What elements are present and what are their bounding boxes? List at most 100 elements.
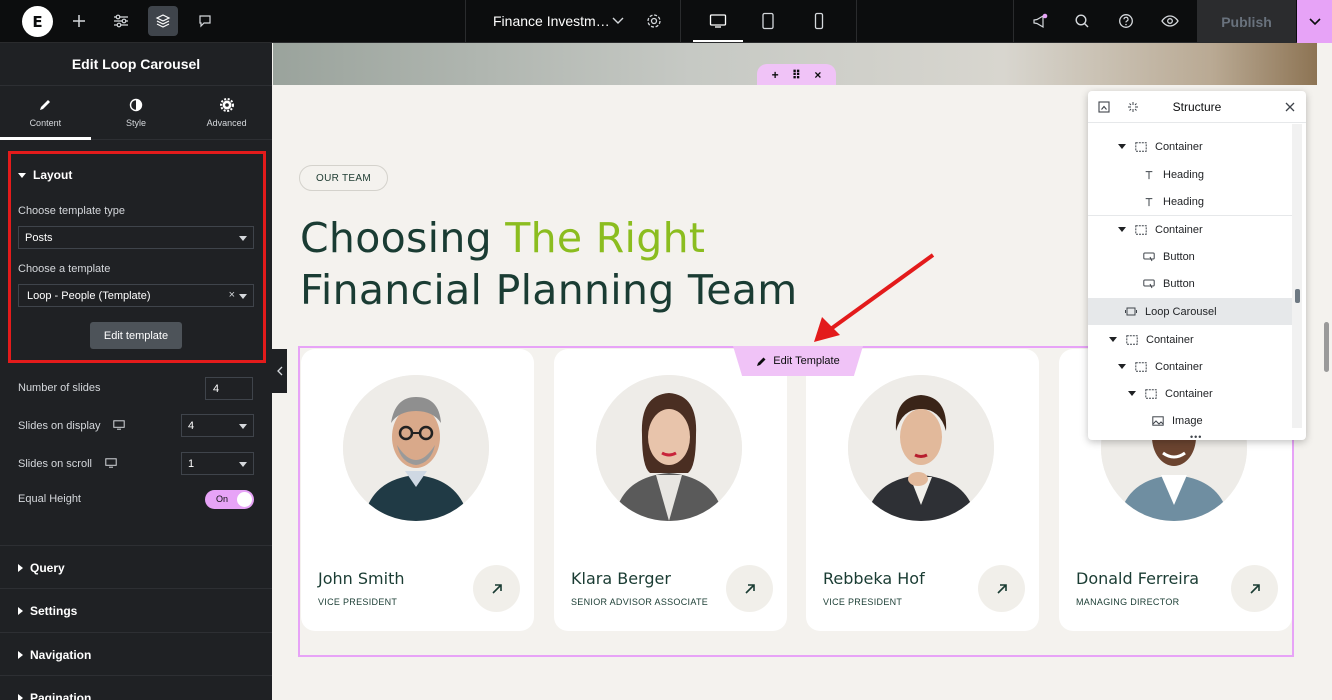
structure-row-label: Container xyxy=(1155,360,1203,373)
tablet-view-icon[interactable] xyxy=(753,6,783,36)
template-select[interactable]: Loop - People (Template) × xyxy=(18,284,254,307)
desktop-responsive-icon[interactable] xyxy=(113,420,125,430)
editor-panel: Edit Loop Carousel Content Style Advance… xyxy=(0,43,272,700)
structure-row-container[interactable]: Container xyxy=(1088,133,1293,160)
arrow-up-right-icon[interactable] xyxy=(1231,565,1278,612)
structure-row-heading[interactable]: Heading xyxy=(1088,161,1293,188)
structure-scrollbar[interactable] xyxy=(1292,124,1302,428)
mobile-view-icon[interactable] xyxy=(804,6,834,36)
structure-row-button[interactable]: Button xyxy=(1088,243,1293,270)
arrow-up-right-icon[interactable] xyxy=(978,565,1025,612)
layout-section-title: Layout xyxy=(33,168,73,182)
structure-row-image[interactable]: Image xyxy=(1088,407,1293,434)
desktop-responsive-icon[interactable] xyxy=(105,458,117,468)
search-icon[interactable] xyxy=(1067,6,1097,36)
slides-on-display-select[interactable]: 4 xyxy=(181,414,254,437)
document-title[interactable]: Finance Investm… xyxy=(493,13,610,29)
query-section-title: Query xyxy=(30,561,65,575)
structure-row-container[interactable]: Container xyxy=(1088,380,1293,407)
team-card[interactable]: Rebbeka Hof VICE PRESIDENT xyxy=(806,349,1039,631)
card-role: MANAGING DIRECTOR xyxy=(1076,597,1180,607)
structure-scrollbar-thumb[interactable] xyxy=(1295,289,1300,303)
page-headline[interactable]: Choosing The Right Financial Planning Te… xyxy=(300,212,797,316)
slides-on-scroll-select[interactable]: 1 xyxy=(181,452,254,475)
structure-row-label: Container xyxy=(1155,223,1203,236)
arrow-up-right-icon[interactable] xyxy=(726,565,773,612)
slides-on-display-label: Slides on display xyxy=(18,420,101,432)
headline-accent: The Right xyxy=(505,214,706,262)
layout-section-toggle[interactable]: Layout xyxy=(18,168,72,182)
arrow-up-right-icon[interactable] xyxy=(473,565,520,612)
structure-row-container[interactable]: Container xyxy=(1088,353,1293,380)
publish-options-chevron-icon[interactable] xyxy=(1297,0,1332,43)
template-type-select[interactable]: Posts xyxy=(18,226,254,249)
contrast-icon xyxy=(129,98,143,111)
navigation-section[interactable]: Navigation xyxy=(0,632,272,675)
notifications-megaphone-icon[interactable] xyxy=(1025,6,1055,36)
page-settings-gear-icon[interactable] xyxy=(639,6,669,36)
headline-line2: Financial Planning Team xyxy=(300,266,798,314)
preview-eye-icon[interactable] xyxy=(1155,6,1185,36)
structure-row-loop-carousel[interactable]: Loop Carousel xyxy=(1088,298,1293,325)
structure-row-label: Loop Carousel xyxy=(1145,305,1217,318)
caret-right-icon xyxy=(18,651,23,659)
close-icon[interactable] xyxy=(1283,100,1297,114)
annotation-arrow-icon xyxy=(814,253,935,342)
chevron-down-icon[interactable] xyxy=(603,6,633,36)
panel-tabs: Content Style Advanced xyxy=(0,86,272,140)
add-section-icon[interactable]: + xyxy=(772,68,779,82)
equal-height-toggle[interactable]: On xyxy=(205,490,254,509)
image-icon xyxy=(1152,415,1164,426)
caret-right-icon xyxy=(18,607,23,615)
elementor-logo-icon[interactable]: E xyxy=(22,6,53,37)
collapse-panel-chevron-icon[interactable] xyxy=(272,349,287,393)
container-icon xyxy=(1135,361,1147,372)
avatar xyxy=(848,375,994,521)
structure-row-button[interactable]: Button xyxy=(1088,270,1293,297)
site-settings-icon[interactable] xyxy=(106,6,136,36)
structure-row-container[interactable]: Container xyxy=(1088,216,1293,243)
card-name: Donald Ferreira xyxy=(1076,569,1200,588)
delete-section-icon[interactable]: × xyxy=(814,68,821,82)
help-icon[interactable] xyxy=(1111,6,1141,36)
query-section[interactable]: Query xyxy=(0,545,272,588)
template-label: Choose a template xyxy=(18,263,111,275)
settings-section-title: Settings xyxy=(30,604,78,618)
add-element-icon[interactable] xyxy=(64,6,94,36)
resize-handle-icon[interactable]: ••• xyxy=(1190,432,1202,442)
tab-style-label: Style xyxy=(126,117,147,128)
caret-right-icon xyxy=(18,564,23,572)
toggle-knob xyxy=(237,492,252,507)
comments-icon[interactable] xyxy=(190,6,220,36)
structure-row-label: Container xyxy=(1155,140,1203,153)
edit-template-button[interactable]: Edit template xyxy=(90,322,182,349)
drag-section-icon[interactable]: ⠿ xyxy=(792,68,801,82)
team-card[interactable]: John Smith VICE PRESIDENT xyxy=(301,349,534,631)
desktop-view-icon[interactable] xyxy=(703,6,733,36)
tab-advanced[interactable]: Advanced xyxy=(181,86,272,139)
section-handle[interactable]: + ⠿ × xyxy=(757,64,836,85)
structure-row-label: Container xyxy=(1146,333,1194,346)
structure-row-heading[interactable]: Heading xyxy=(1088,188,1293,215)
card-role: SENIOR ADVISOR ASSOCIATE xyxy=(571,597,709,607)
publish-button[interactable]: Publish xyxy=(1197,0,1296,43)
caret-right-icon xyxy=(18,694,23,700)
number-of-slides-input[interactable]: 4 xyxy=(205,377,253,400)
template-type-label: Choose template type xyxy=(18,205,126,217)
clear-selection-icon[interactable]: × xyxy=(229,289,235,301)
structure-row-container[interactable]: Container xyxy=(1088,326,1293,353)
caret-down-icon xyxy=(1128,391,1136,396)
canvas-scrollbar-thumb[interactable] xyxy=(1324,322,1329,372)
team-card[interactable]: Klara Berger SENIOR ADVISOR ASSOCIATE xyxy=(554,349,787,631)
tab-content[interactable]: Content xyxy=(0,86,91,140)
select-arrow-icon xyxy=(239,236,247,241)
top-bar: E Finance Investm… Publish xyxy=(0,0,1332,43)
select-arrow-icon xyxy=(239,462,247,467)
pagination-section[interactable]: Pagination xyxy=(0,675,272,700)
settings-section[interactable]: Settings xyxy=(0,588,272,631)
tab-style[interactable]: Style xyxy=(91,86,182,139)
container-icon xyxy=(1135,141,1147,152)
card-role: VICE PRESIDENT xyxy=(823,597,903,607)
caret-down-icon xyxy=(1118,144,1126,149)
structure-layers-icon[interactable] xyxy=(148,6,178,36)
